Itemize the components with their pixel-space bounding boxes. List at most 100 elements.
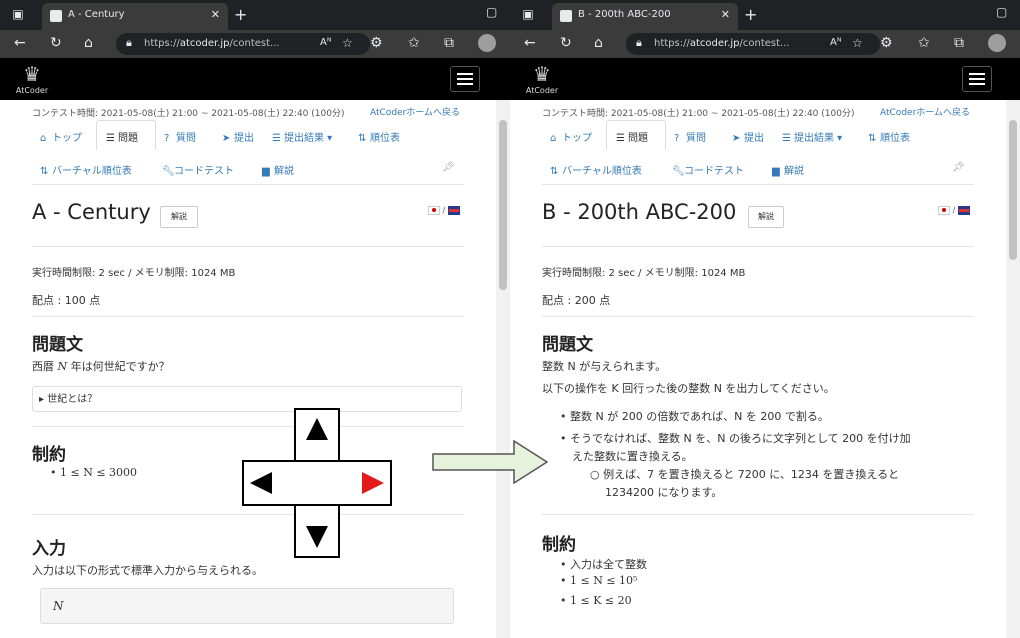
new-tab-icon[interactable]: + — [234, 5, 247, 24]
nav-results[interactable]: ☰ 提出結果 ▾ — [272, 129, 332, 144]
scrollbar[interactable] — [1006, 100, 1020, 638]
browser-toolbar: ← ↻ ⌂ 🔒︎ https://atcoder.jp/contest... A… — [510, 30, 1020, 58]
tab-bar: ▣ A - Century ✕ + ▢ — [0, 0, 510, 30]
tab-title: B - 200th ABC-200 — [578, 9, 671, 20]
nav-questions[interactable]: ? 質問 — [164, 129, 196, 144]
scrollbar-thumb[interactable] — [1009, 120, 1017, 260]
transition-arrow — [432, 439, 549, 485]
pin-icon[interactable]: 📌︎ — [442, 162, 455, 173]
divider — [542, 246, 974, 247]
scrollbar[interactable] — [496, 100, 510, 638]
home-icon[interactable]: ⌂ — [594, 35, 603, 51]
nav-standings[interactable]: ⇅ 順位表 — [358, 129, 400, 144]
nav-top[interactable]: ⌂ トップ — [40, 129, 82, 144]
tab-actions-icon[interactable]: ▣ — [10, 7, 26, 21]
tab-actions-icon[interactable]: ▣ — [520, 7, 536, 21]
editorial-button[interactable]: 解説 — [748, 206, 784, 228]
english-flag-icon[interactable] — [957, 206, 970, 215]
statement-line: 以下の操作を K 回行った後の整数 N を出力してください。 — [542, 382, 835, 395]
tab-title: A - Century — [68, 9, 125, 20]
atcoder-logo[interactable]: ♛ AtCoder — [12, 62, 52, 96]
example-item-cont: 1234200 になります。 — [605, 486, 723, 499]
nav-editorial[interactable]: ▆ 解説 — [772, 162, 804, 177]
book-icon: ▆ — [262, 166, 270, 177]
nav-standings[interactable]: ⇅ 順位表 — [868, 129, 910, 144]
new-tab-icon[interactable]: + — [744, 5, 757, 24]
profile-avatar[interactable] — [478, 34, 496, 52]
english-flag-icon[interactable] — [447, 206, 460, 215]
list-icon: ☰ — [106, 133, 115, 144]
scrollbar-thumb[interactable] — [499, 120, 507, 290]
atcoder-emblem-icon: ♛ — [533, 62, 551, 86]
favorites-icon[interactable]: ✩ — [918, 35, 930, 51]
logo-text: AtCoder — [525, 86, 559, 95]
operation-item: • そうでなければ、整数 N を、N の後ろに文字列として 200 を付け加 — [560, 432, 911, 445]
nav-problems[interactable]: ☰ 問題 — [106, 129, 138, 144]
collections-icon[interactable]: ⧉ — [444, 35, 454, 51]
read-aloud-icon[interactable]: Aᴺ — [830, 37, 842, 48]
nav-results[interactable]: ☰ 提出結果 ▾ — [782, 129, 842, 144]
problem-title: A - Century — [32, 200, 151, 224]
dpad-center — [296, 462, 338, 504]
browser-tab[interactable]: A - Century ✕ — [42, 3, 228, 30]
home-link[interactable]: AtCoderホームへ戻る — [370, 105, 460, 118]
home-icon: ⌂ — [40, 133, 47, 144]
favorites-icon[interactable]: ✩ — [408, 35, 420, 51]
nav-problems[interactable]: ☰ 問題 — [616, 129, 648, 144]
add-favorite-icon[interactable]: ☆ — [852, 36, 863, 50]
browser-tab[interactable]: B - 200th ABC-200 ✕ — [552, 3, 738, 30]
collections-icon[interactable]: ⧉ — [954, 35, 964, 51]
dpad-control — [242, 408, 392, 558]
menu-toggle-button[interactable] — [962, 66, 992, 92]
editorial-button[interactable]: 解説 — [160, 206, 198, 228]
favicon-icon — [560, 10, 572, 22]
dpad-left-icon[interactable] — [250, 472, 272, 494]
statement-line: 整数 N が与えられます。 — [542, 360, 667, 373]
nav-virtual-standings[interactable]: ⇅ バーチャル順位表 — [550, 162, 642, 177]
extensions-icon[interactable]: ⚙ — [370, 35, 383, 51]
extensions-icon[interactable]: ⚙ — [880, 35, 893, 51]
nav-questions[interactable]: ? 質問 — [674, 129, 706, 144]
nav-codetest[interactable]: 🔧︎コードテスト — [162, 162, 234, 177]
address-bar[interactable]: 🔒︎ https://atcoder.jp/contest... Aᴺ ☆ — [626, 33, 880, 55]
maximize-icon[interactable]: ▢ — [996, 5, 1007, 19]
atcoder-logo[interactable]: ♛ AtCoder — [522, 62, 562, 96]
nav-editorial[interactable]: ▆ 解説 — [262, 162, 294, 177]
statement-heading: 問題文 — [32, 335, 83, 355]
nav-submit[interactable]: ➤ 提出 — [732, 129, 764, 144]
pin-icon[interactable]: 📌︎ — [952, 162, 965, 173]
divider — [32, 184, 464, 185]
address-bar[interactable]: 🔒︎ https://atcoder.jp/contest... Aᴺ ☆ — [116, 33, 370, 55]
maximize-icon[interactable]: ▢ — [486, 5, 497, 19]
reload-icon[interactable]: ↻ — [50, 35, 62, 51]
menu-toggle-button[interactable] — [450, 66, 480, 92]
japanese-flag-icon[interactable] — [428, 206, 440, 215]
nav-submit[interactable]: ➤ 提出 — [222, 129, 254, 144]
nav-virtual-standings[interactable]: ⇅ バーチャル順位表 — [40, 162, 132, 177]
back-icon[interactable]: ← — [524, 35, 536, 51]
home-icon[interactable]: ⌂ — [84, 35, 93, 51]
dpad-up-icon[interactable] — [306, 418, 328, 440]
constraints-heading: 制約 — [542, 535, 576, 555]
read-aloud-icon[interactable]: Aᴺ — [320, 37, 332, 48]
japanese-flag-icon[interactable] — [938, 206, 950, 215]
lock-icon: 🔒︎ — [126, 36, 132, 49]
close-tab-icon[interactable]: ✕ — [721, 8, 730, 21]
dpad-right-icon[interactable] — [362, 472, 384, 494]
close-tab-icon[interactable]: ✕ — [211, 8, 220, 21]
atcoder-header: ♛ AtCoder — [510, 58, 1020, 100]
statement-heading: 問題文 — [542, 335, 593, 355]
add-favorite-icon[interactable]: ☆ — [342, 36, 353, 50]
book-icon: ▆ — [772, 166, 780, 177]
question-icon: ? — [674, 133, 680, 144]
back-icon[interactable]: ← — [14, 35, 26, 51]
nav-top[interactable]: ⌂ トップ — [550, 129, 592, 144]
statement-text: 西暦 N 年は何世紀ですか？ — [32, 360, 170, 373]
reload-icon[interactable]: ↻ — [560, 35, 572, 51]
send-icon: ➤ — [222, 133, 231, 144]
profile-avatar[interactable] — [988, 34, 1006, 52]
home-link[interactable]: AtCoderホームへ戻る — [880, 105, 970, 118]
nav-codetest[interactable]: 🔧︎コードテスト — [672, 162, 744, 177]
sort-icon: ⇅ — [868, 133, 877, 144]
dpad-down-icon[interactable] — [306, 526, 328, 548]
